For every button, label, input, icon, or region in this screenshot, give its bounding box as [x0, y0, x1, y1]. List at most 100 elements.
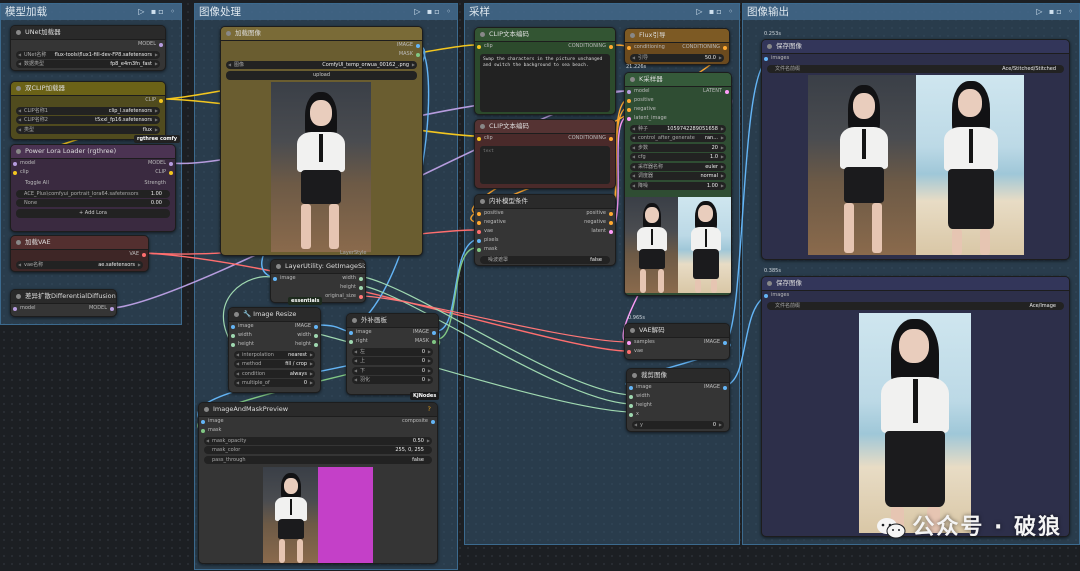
output-socket[interactable] — [723, 385, 727, 390]
input-right-socket[interactable] — [349, 339, 353, 344]
node-clip-text-encode-positive[interactable]: CLIP文本编码 clip CONDITIONING Swap the chara… — [474, 27, 616, 115]
node-dual-clip-loader[interactable]: 双CLIP加载器 CLIP CLIP名称1clip_l.safetensors … — [10, 81, 166, 140]
output-socket[interactable] — [359, 276, 363, 281]
output-model-socket[interactable] — [110, 306, 114, 311]
image-file-widget[interactable]: 图像 ComfyUI_temp_orwua_00162_.png — [226, 60, 417, 69]
input-mask-socket[interactable] — [477, 247, 481, 252]
lora-name[interactable]: ACE_Plus\comfyui_portrait_lora64.safeten… — [24, 190, 139, 198]
node-differential-diffusion[interactable]: 差异扩散DifferentialDiffusion model MODEL — [10, 289, 117, 317]
node-load-image[interactable]: 加载图像 IMAGE MASK 图像 ComfyUI_temp_orwua_001… — [220, 26, 423, 256]
add-lora-button[interactable]: + Add Lora — [16, 209, 170, 218]
negative-prompt-textarea[interactable]: text — [480, 146, 610, 184]
output-clip-socket[interactable] — [169, 170, 173, 175]
node-title[interactable]: 保存图像 — [762, 277, 1069, 291]
output-image-socket[interactable] — [416, 43, 420, 48]
condition-widget[interactable]: condition always — [234, 369, 315, 378]
node-title[interactable]: K采样器 — [625, 73, 731, 87]
input-samples-socket[interactable] — [627, 340, 631, 345]
input-positive-socket[interactable] — [477, 211, 481, 216]
output-socket[interactable] — [723, 340, 727, 345]
output-socket[interactable] — [359, 285, 363, 290]
interpolation-widget[interactable]: interpolation nearest — [234, 350, 315, 359]
input-height-socket[interactable] — [231, 342, 235, 347]
upload-button[interactable]: upload — [226, 70, 417, 80]
node-power-lora-loader[interactable]: Power Lora Loader (rgthree) model MODEL c… — [10, 144, 176, 232]
lora-row-2[interactable]: None 0.00 — [16, 199, 170, 207]
node-title[interactable]: 裁剪图像 — [627, 369, 729, 383]
clip-type-widget[interactable]: 类型 flux — [16, 125, 160, 134]
output-socket[interactable] — [609, 220, 613, 225]
output-mask-socket[interactable] — [416, 52, 420, 57]
output-latent-socket[interactable] — [725, 89, 729, 94]
input-image-socket[interactable] — [629, 385, 633, 390]
node-save-image-stitched[interactable]: 保存图像 images 文件名前缀 Ace/Stitched/Stitched — [761, 39, 1070, 260]
input-clip-socket[interactable] — [477, 44, 481, 49]
node-title[interactable]: UNet加载器 — [11, 26, 165, 40]
node-image-resize[interactable]: 🔧 Image Resize image IMAGE width width hei… — [228, 307, 321, 393]
output-socket[interactable] — [609, 136, 613, 141]
input-x-socket[interactable] — [629, 412, 633, 417]
scheduler-widget[interactable]: 调度器 normal — [630, 172, 726, 180]
node-title[interactable]: 保存图像 — [762, 40, 1069, 54]
input-model-socket[interactable] — [13, 161, 17, 166]
node-outpaint-pad[interactable]: 外补画板 imageIMAGE rightMASK 左0 上0 下0 羽化0 — [346, 313, 439, 395]
seed-widget[interactable]: 种子 1059742289051658 — [630, 124, 726, 133]
output-vae-socket[interactable] — [142, 252, 146, 257]
input-negative-socket[interactable] — [477, 220, 481, 225]
toggle-all-label[interactable]: Toggle All — [25, 179, 49, 188]
input-image-socket[interactable] — [273, 276, 277, 281]
control-after-generate-widget[interactable]: control_after_generate ran... — [630, 134, 726, 142]
sampler-name-widget[interactable]: 采样器名称 euler — [630, 162, 726, 171]
node-title[interactable]: 🔧 Image Resize — [229, 308, 320, 322]
lora-row-1[interactable]: ACE_Plus\comfyui_portrait_lora64.safeten… — [16, 189, 170, 198]
lora-strength[interactable]: 0.00 — [151, 199, 162, 207]
unet-name-widget[interactable]: UNet名称 flux-tools\flux1-fill-dev-FP8.safe… — [16, 50, 160, 59]
node-title[interactable]: 内补模型条件 — [475, 195, 615, 209]
input-image-socket[interactable] — [349, 330, 353, 335]
input-vae-socket[interactable] — [627, 349, 631, 354]
guidance-widget[interactable]: 引导 50.0 — [630, 53, 724, 62]
node-title[interactable]: Flux引导 — [625, 29, 729, 43]
output-socket[interactable] — [314, 333, 318, 338]
node-title[interactable]: 加载VAE — [11, 236, 148, 250]
vae-name-widget[interactable]: vae名称 ae.safetensors — [16, 260, 143, 269]
denoise-widget[interactable]: 降噪 1.00 — [630, 181, 726, 190]
input-clip-socket[interactable] — [477, 136, 481, 141]
steps-widget[interactable]: 步数 20 — [630, 143, 726, 152]
mask-color-widget[interactable]: mask_color 255, 0, 255 — [204, 446, 432, 454]
lora-strength[interactable]: 1.00 — [151, 190, 162, 198]
output-socket[interactable] — [432, 330, 436, 335]
output-socket[interactable] — [359, 294, 363, 299]
node-title[interactable]: 加载图像 — [221, 27, 422, 41]
output-socket[interactable] — [314, 342, 318, 347]
node-vae-loader[interactable]: 加载VAE VAE vae名称 ae.safetensors — [10, 235, 149, 272]
node-title[interactable]: CLIP文本编码 — [475, 120, 615, 134]
node-unet-loader[interactable]: UNet加载器 MODEL UNet名称 flux-tools\flux1-fil… — [10, 25, 166, 71]
pad-bottom-widget[interactable]: 下0 — [352, 366, 433, 375]
input-conditioning-socket[interactable] — [627, 45, 631, 50]
cfg-widget[interactable]: cfg 1.0 — [630, 153, 726, 161]
node-save-image[interactable]: 保存图像 images 文件名前缀 Ace/Image — [761, 276, 1070, 537]
node-inpaint-model-conditioning[interactable]: 内补模型条件 positive positive negative negative… — [474, 194, 616, 266]
input-clip-socket[interactable] — [13, 170, 17, 175]
node-title[interactable]: Power Lora Loader (rgthree) — [11, 145, 175, 159]
output-socket[interactable] — [432, 339, 436, 344]
node-title[interactable]: VAE解码 — [625, 324, 729, 338]
crop-y-widget[interactable]: y0 — [632, 420, 724, 429]
input-images-socket[interactable] — [764, 56, 768, 61]
input-height-socket[interactable] — [629, 403, 633, 408]
node-image-mask-preview[interactable]: ImageAndMaskPreview? image composite mask… — [198, 402, 438, 564]
input-latent-socket[interactable] — [627, 116, 631, 121]
multiple-of-widget[interactable]: multiple_of 0 — [234, 379, 315, 387]
help-icon[interactable]: ? — [428, 403, 431, 416]
input-pixels-socket[interactable] — [477, 238, 481, 243]
method-widget[interactable]: method fill / crop — [234, 360, 315, 368]
lora-name[interactable]: None — [24, 199, 37, 207]
pass-through-widget[interactable]: pass_through false — [204, 455, 432, 464]
output-model-socket[interactable] — [159, 42, 163, 47]
pad-top-widget[interactable]: 上0 — [352, 357, 433, 365]
node-clip-text-encode-negative[interactable]: CLIP文本编码 clip CONDITIONING text — [474, 119, 616, 189]
clip1-widget[interactable]: CLIP名称1 clip_l.safetensors — [16, 106, 160, 115]
output-socket[interactable] — [431, 419, 435, 424]
input-width-socket[interactable] — [629, 394, 633, 399]
